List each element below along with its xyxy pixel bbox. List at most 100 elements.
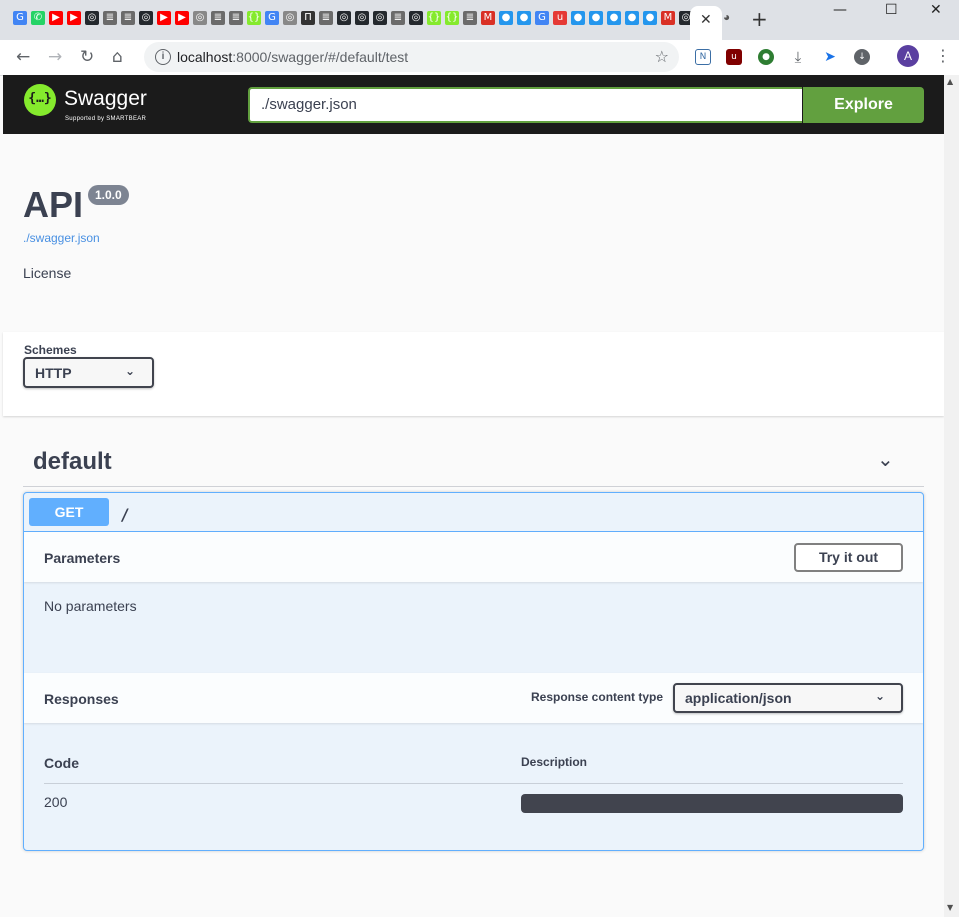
parameters-header: Parameters Try it out bbox=[24, 532, 923, 582]
new-tab-button[interactable]: + bbox=[751, 7, 768, 31]
ublock-icon[interactable]: u bbox=[726, 49, 742, 65]
schemes-container: Schemes HTTP ⌄ bbox=[3, 332, 944, 416]
docker-icon[interactable]: ● bbox=[625, 11, 639, 25]
chevron-down-icon: ⌄ bbox=[125, 364, 136, 378]
tag-divider bbox=[23, 486, 924, 487]
method-badge[interactable]: GET bbox=[29, 498, 109, 526]
docker-icon[interactable]: ● bbox=[589, 11, 603, 25]
page-scrollbar[interactable] bbox=[944, 75, 959, 917]
github-icon[interactable]: ◎ bbox=[355, 11, 369, 25]
download-icon[interactable]: ⤓ bbox=[790, 49, 806, 65]
forward-icon[interactable]: → bbox=[48, 47, 62, 67]
swagger-topbar: {…} Swagger Supported by SMARTBEAR ./swa… bbox=[3, 75, 944, 134]
operation-path[interactable]: / bbox=[120, 505, 130, 524]
explore-button[interactable]: Explore bbox=[803, 87, 924, 123]
document-icon[interactable]: ≣ bbox=[211, 11, 225, 25]
youtube-icon[interactable]: ▶ bbox=[157, 11, 171, 25]
no-parameters-text: No parameters bbox=[44, 598, 137, 614]
operation-block: GET / Parameters Try it out No parameter… bbox=[23, 492, 924, 851]
u-icon[interactable]: u bbox=[553, 11, 567, 25]
youtube-icon[interactable]: ▶ bbox=[67, 11, 81, 25]
address-path: :8000/swagger/#/default/test bbox=[232, 49, 409, 65]
home-icon[interactable]: ⌂ bbox=[112, 47, 123, 67]
minimize-icon[interactable]: — bbox=[833, 2, 847, 18]
docker-icon[interactable]: ● bbox=[571, 11, 585, 25]
github-icon[interactable]: ◎ bbox=[85, 11, 99, 25]
browser-toolbar: ← → ↻ ⌂ i localhost:8000/swagger/#/defau… bbox=[0, 40, 959, 76]
operation-summary[interactable]: GET / bbox=[24, 493, 923, 532]
site-info-icon[interactable]: i bbox=[155, 49, 171, 65]
docker-icon[interactable]: ● bbox=[517, 11, 531, 25]
content-type-select[interactable]: application/json ⌄ bbox=[673, 683, 903, 713]
schemes-label: Schemes bbox=[24, 343, 77, 357]
chevron-down-icon: ⌄ bbox=[875, 689, 886, 703]
response-code: 200 bbox=[44, 794, 68, 810]
swagger-brand[interactable]: Swagger bbox=[64, 87, 147, 111]
tab-favicon-icon[interactable]: ◕ bbox=[723, 10, 730, 24]
docker-icon[interactable]: ● bbox=[607, 11, 621, 25]
document-icon[interactable]: ≣ bbox=[319, 11, 333, 25]
browser-menu-icon[interactable]: ⋮ bbox=[935, 46, 951, 65]
close-tab-icon[interactable]: ✕ bbox=[700, 12, 712, 28]
spec-url-value: ./swagger.json bbox=[261, 96, 357, 113]
collapse-chevron-icon[interactable]: ⌄ bbox=[877, 447, 894, 471]
google-icon[interactable]: G bbox=[535, 11, 549, 25]
document-icon[interactable]: ≣ bbox=[103, 11, 117, 25]
send-extension-icon[interactable]: ➤ bbox=[822, 49, 838, 65]
github-icon[interactable]: ◎ bbox=[337, 11, 351, 25]
address-url[interactable]: localhost:8000/swagger/#/default/test bbox=[177, 49, 408, 65]
profile-avatar[interactable]: A bbox=[897, 45, 919, 67]
download-circle-icon[interactable]: ↓ bbox=[854, 49, 870, 65]
close-window-icon[interactable]: ✕ bbox=[930, 2, 942, 18]
try-it-out-button[interactable]: Try it out bbox=[794, 543, 903, 572]
nb-extension-icon[interactable]: N bbox=[695, 49, 711, 65]
pi-icon[interactable]: Π bbox=[301, 11, 315, 25]
globe-extension-icon[interactable]: ● bbox=[758, 49, 774, 65]
swagger-icon[interactable]: {} bbox=[427, 11, 441, 25]
swagger-icon[interactable]: {} bbox=[445, 11, 459, 25]
swagger-logo-icon[interactable]: {…} bbox=[24, 84, 56, 116]
document-icon[interactable]: ≣ bbox=[229, 11, 243, 25]
spec-link[interactable]: ./swagger.json bbox=[23, 231, 100, 245]
circle-icon[interactable]: ◎ bbox=[283, 11, 297, 25]
youtube-icon[interactable]: ▶ bbox=[175, 11, 189, 25]
back-icon[interactable]: ← bbox=[16, 47, 30, 67]
api-title: API bbox=[23, 184, 84, 225]
parameters-title: Parameters bbox=[44, 550, 121, 566]
version-badge: 1.0.0 bbox=[88, 185, 129, 205]
schemes-select[interactable]: HTTP ⌄ bbox=[23, 357, 154, 388]
responses-title: Responses bbox=[44, 691, 119, 707]
bookmark-star-icon[interactable]: ☆ bbox=[655, 47, 669, 66]
active-tab[interactable]: ✕ bbox=[690, 6, 722, 40]
address-bar[interactable]: i localhost:8000/swagger/#/default/test … bbox=[144, 42, 679, 72]
content-type-label: Response content type bbox=[531, 690, 664, 704]
gmail-icon[interactable]: M bbox=[481, 11, 495, 25]
scroll-down-icon[interactable]: ▼ bbox=[947, 903, 953, 912]
column-description: Description bbox=[521, 755, 588, 769]
license-link[interactable]: License bbox=[23, 265, 71, 281]
whatsapp-icon[interactable]: ✆ bbox=[31, 11, 45, 25]
maximize-icon[interactable]: ☐ bbox=[885, 2, 898, 18]
youtube-icon[interactable]: ▶ bbox=[49, 11, 63, 25]
tag-title[interactable]: default bbox=[33, 448, 112, 476]
google-icon[interactable]: G bbox=[265, 11, 279, 25]
google-translate-icon[interactable]: G bbox=[13, 11, 27, 25]
browser-tab-strip: G ✆ ▶ ▶ ◎ ≣ ≣ ◎ ▶ ▶ ◎ ≣ ≣ {} G ◎ Π ≣ ◎ ◎ ◎ ≣ ◎ {} {} ≣ M ● ● Gu ● ● ● ● ● M… bbox=[0, 0, 959, 40]
swagger-icon[interactable]: {} bbox=[247, 11, 261, 25]
gmail-icon[interactable]: M bbox=[661, 11, 675, 25]
scroll-up-icon[interactable]: ▲ bbox=[947, 77, 953, 86]
document-icon[interactable]: ≣ bbox=[121, 11, 135, 25]
content-type-value: application/json bbox=[685, 690, 792, 706]
schemes-selected: HTTP bbox=[35, 365, 72, 381]
reload-icon[interactable]: ↻ bbox=[80, 47, 94, 67]
spec-url-input[interactable]: ./swagger.json bbox=[248, 87, 802, 123]
response-description-box bbox=[521, 794, 903, 813]
github-icon[interactable]: ◎ bbox=[373, 11, 387, 25]
github-icon[interactable]: ◎ bbox=[139, 11, 153, 25]
circle-icon[interactable]: ◎ bbox=[193, 11, 207, 25]
document-icon[interactable]: ≣ bbox=[463, 11, 477, 25]
document-icon[interactable]: ≣ bbox=[391, 11, 405, 25]
docker-icon[interactable]: ● bbox=[499, 11, 513, 25]
github-icon[interactable]: ◎ bbox=[409, 11, 423, 25]
docker-icon[interactable]: ● bbox=[643, 11, 657, 25]
